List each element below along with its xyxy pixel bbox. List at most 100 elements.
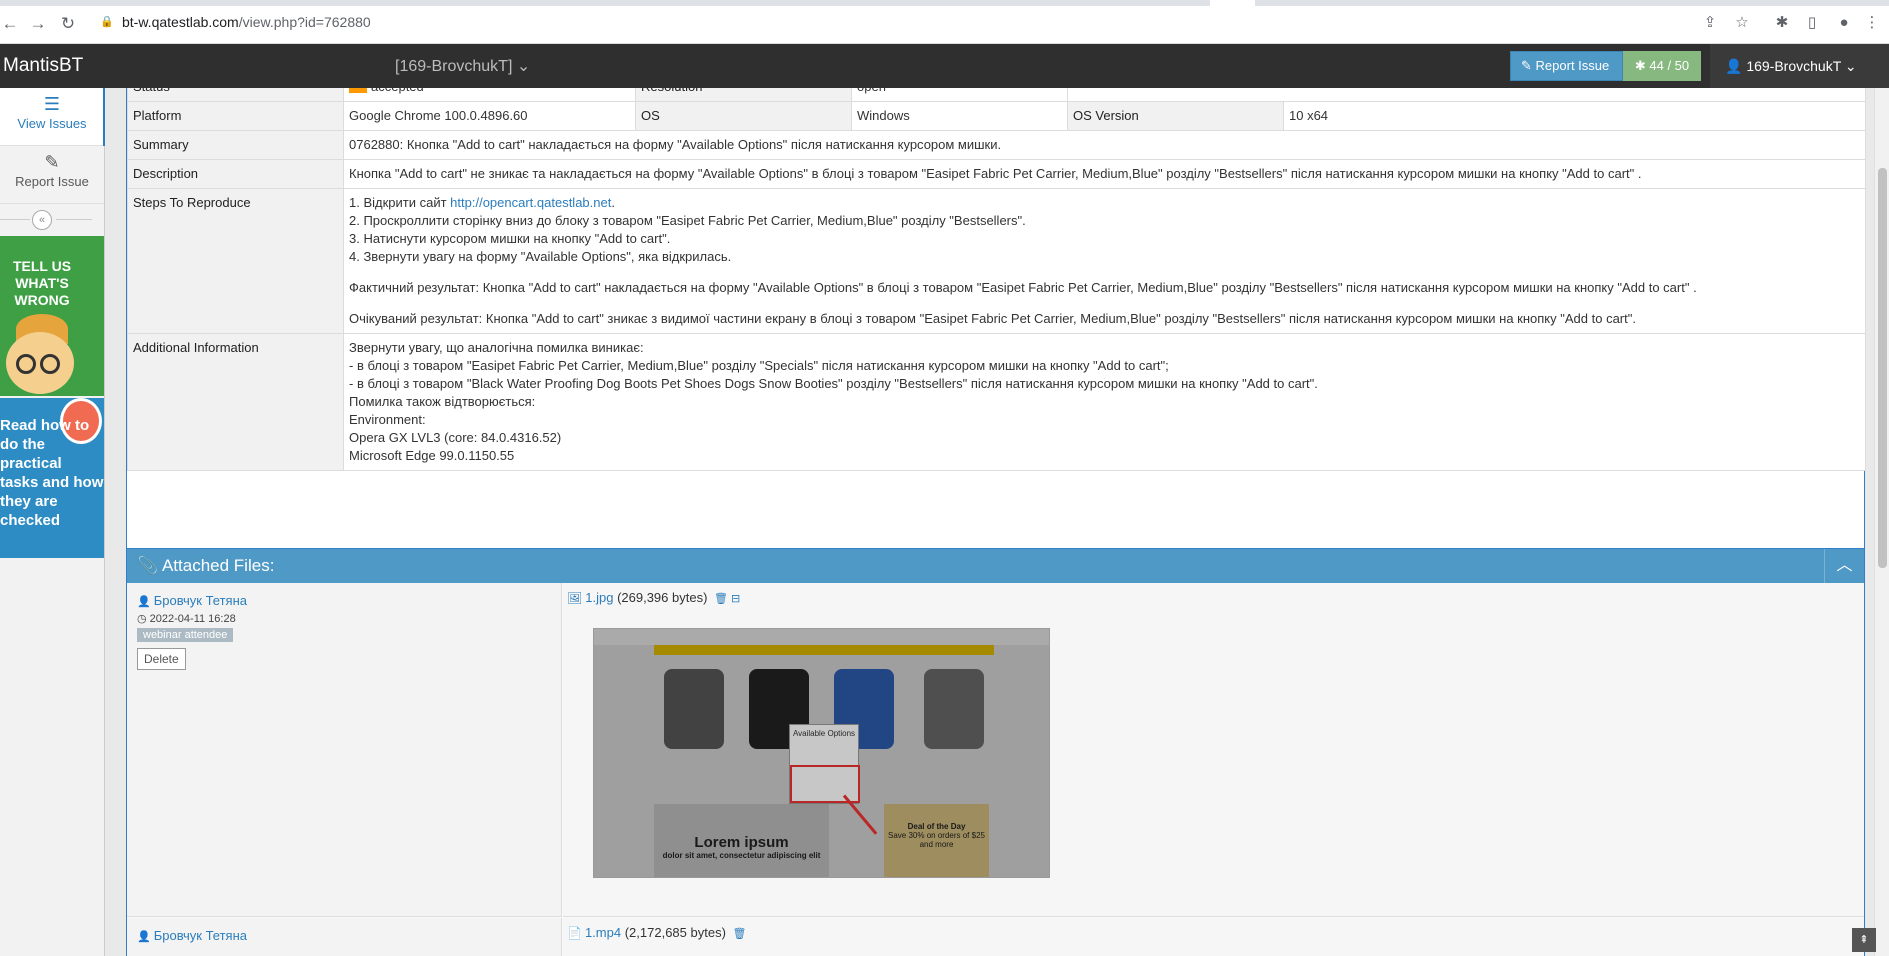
step-text: . (611, 195, 615, 210)
chevron-circle-icon: ⌄ (516, 58, 531, 75)
profile-icon[interactable]: ● (1834, 13, 1854, 33)
field-label: Steps To Reproduce (127, 188, 344, 334)
actual-result: Фактичний результат: Кнопка "Add to cart… (349, 280, 1697, 295)
table-row: Summary 0762880: Кнопка "Add to cart" на… (127, 130, 1866, 160)
date-text: 2022-04-11 16:28 (149, 613, 236, 625)
feedback-banner[interactable]: TELL US WHAT'S WRONG (0, 236, 104, 396)
attachment-author-cell: 👤 Бровчук Тетяна ◷ 2022-04-11 16:28 webin… (127, 583, 562, 917)
table-row: Platform Google Chrome 100.0.4896.60 OS … (127, 101, 1866, 131)
info-line: Звернути увагу, що аналогічна помилка ви… (349, 340, 644, 355)
attached-files-header: 📎 Attached Files: ︿ (127, 549, 1864, 583)
info-line: - в блоці з товаром "Easipet Fabric Pet … (349, 358, 1169, 373)
platform-value: Google Chrome 100.0.4896.60 (343, 101, 636, 131)
address-bar[interactable]: bt-w.qatestlab.com/view.php?id=762880 (122, 14, 371, 30)
issue-details-panel: Status accepted Resolution open Platform… (126, 88, 1866, 612)
author-name: Бровчук Тетяна (153, 928, 248, 943)
user-menu[interactable]: 👤 169-BrovchukT ⌄ (1710, 44, 1889, 88)
menu-kebab-icon[interactable]: ⋮ (1862, 13, 1882, 33)
description-value: Кнопка "Add to cart" не зникає та наклад… (343, 159, 1866, 189)
step-text: 1. Відкрити сайт (349, 195, 451, 210)
view-issues-label: View Issues (17, 116, 87, 131)
bookmark-star-icon[interactable]: ☆ (1732, 13, 1752, 33)
trash-icon[interactable]: 🗑 (714, 593, 728, 605)
attachment-author-cell: 👤 Бровчук Тетяна (127, 918, 562, 956)
trash-icon[interactable]: 🗑 (733, 928, 747, 940)
attachment-file-cell: 📄 1.mp4 (2,172,685 bytes) 🗑 (563, 918, 1864, 956)
field-label: Summary (127, 130, 344, 160)
user-icon: 👤 (1725, 58, 1743, 74)
double-chevron-left-icon[interactable]: « (32, 210, 52, 230)
user-icon: 👤 (137, 596, 151, 608)
status-value: accepted (343, 88, 636, 102)
file-link[interactable]: 1.mp4 (585, 925, 621, 940)
step-text: 2. Проскроллити сторінку вниз до блоку з… (349, 213, 1026, 228)
sidebar-item-view-issues[interactable]: ☰ View Issues (0, 88, 105, 146)
counter-value: 44 / 50 (1649, 58, 1690, 73)
role-badge: webinar attendee (137, 628, 234, 642)
table-row: Additional Information Звернути увагу, щ… (127, 333, 1866, 471)
extensions-icon[interactable]: ✱ (1772, 13, 1792, 33)
issue-counter-badge[interactable]: ✱ 44 / 50 (1623, 51, 1701, 81)
attachment-date: ◷ 2022-04-11 16:28 (137, 612, 551, 625)
file-line: 📄 1.mp4 (2,172,685 bytes) 🗑 (567, 925, 1860, 940)
attachments-body: 👤 Бровчук Тетяна ◷ 2022-04-11 16:28 webin… (127, 583, 1864, 956)
summary-value: 0762880: Кнопка "Add to cart" накладаєть… (343, 130, 1866, 160)
author-link[interactable]: 👤 Бровчук Тетяна (137, 928, 551, 943)
attachment-preview-image[interactable]: Available Options Lorem ipsum dolor sit a… (593, 628, 1050, 878)
collapse-chevron-up-icon[interactable]: ︿ (1824, 549, 1864, 583)
sidebar-item-report-issue[interactable]: ✎ Report Issue (0, 146, 104, 204)
status-color-swatch (349, 88, 367, 93)
chevron-down-icon: ⌄ (1844, 58, 1857, 74)
step-text: 4. Звернути увагу на форму "Available Op… (349, 249, 732, 264)
additional-info-value: Звернути увагу, що аналогічна помилка ви… (343, 333, 1866, 471)
feedback-banner-text: TELL US WHAT'S WRONG (12, 258, 72, 308)
expected-result: Очікуваний результат: Кнопка "Add to car… (349, 311, 1636, 326)
steps-value: 1. Відкрити сайт http://opencart.qatestl… (343, 188, 1866, 334)
author-link[interactable]: 👤 Бровчук Тетяна (137, 593, 551, 608)
lock-icon[interactable]: 🔒 (100, 15, 114, 29)
file-link[interactable]: 1.jpg (585, 590, 613, 605)
reload-icon[interactable]: ↻ (58, 14, 78, 34)
attached-files-panel: 📎 Attached Files: ︿ 👤 Бровчук Тетяна ◷ 20… (126, 548, 1865, 956)
field-label: Platform (127, 101, 344, 131)
field-label: Description (127, 159, 344, 189)
info-line: Помилка також відтворюється: (349, 394, 536, 409)
top-navbar: MantisBT [169-BrovchukT] ⌄ ✎ Report Issu… (0, 44, 1889, 88)
table-row: Steps To Reproduce 1. Відкрити сайт http… (127, 188, 1866, 334)
project-selector[interactable]: [169-BrovchukT] ⌄ (395, 56, 530, 76)
side-panel-icon[interactable]: ▯ (1802, 13, 1822, 33)
os-version-value: 10 x64 (1283, 101, 1866, 131)
user-name: 169-BrovchukT (1746, 58, 1842, 74)
clock-icon: ◷ (137, 613, 147, 625)
page-scrollbar[interactable] (1874, 88, 1889, 956)
paperclip-icon: 📎 (137, 556, 159, 575)
site-link[interactable]: http://opencart.qatestlab.net (450, 195, 611, 210)
howto-banner[interactable]: Read how to do the practical tasks and h… (0, 398, 104, 558)
file-size: (269,396 bytes) (617, 590, 708, 605)
issue-details-table: Status accepted Resolution open Platform… (127, 88, 1866, 471)
url-host: bt-w.qatestlab.com (122, 14, 239, 30)
empty-cell (1067, 88, 1866, 102)
share-icon[interactable]: ⇪ (1700, 13, 1720, 33)
edit-icon: ✎ (1521, 58, 1532, 73)
list-icon: ☰ (43, 94, 61, 114)
report-issue-label: Report Issue (1535, 58, 1610, 73)
main-content: Status accepted Resolution open Platform… (105, 88, 1889, 956)
collapse-square-icon[interactable]: ⊟ (731, 593, 740, 605)
table-row: Status accepted Resolution open (127, 88, 1866, 102)
file-line: 🖼 1.jpg (269,396 bytes) 🗑 ⊟ (567, 590, 1860, 605)
forward-icon[interactable]: → (28, 14, 48, 34)
report-issue-button[interactable]: ✎ Report Issue (1510, 51, 1623, 81)
os-value: Windows (851, 101, 1068, 131)
delete-button[interactable]: Delete (137, 648, 186, 670)
scroll-to-top-icon[interactable]: ⇞ (1852, 928, 1876, 952)
field-label: OS Version (1067, 101, 1284, 131)
back-icon[interactable]: ← (0, 14, 20, 34)
field-label: Status (127, 88, 344, 102)
author-name: Бровчук Тетяна (153, 593, 248, 608)
edit-icon: ✎ (44, 152, 60, 172)
field-label: OS (635, 101, 852, 131)
tab-strip (0, 0, 1889, 6)
attachment-file-cell: 🖼 1.jpg (269,396 bytes) 🗑 ⊟ Available Opti… (563, 583, 1864, 917)
brand-logo[interactable]: MantisBT (3, 55, 83, 77)
